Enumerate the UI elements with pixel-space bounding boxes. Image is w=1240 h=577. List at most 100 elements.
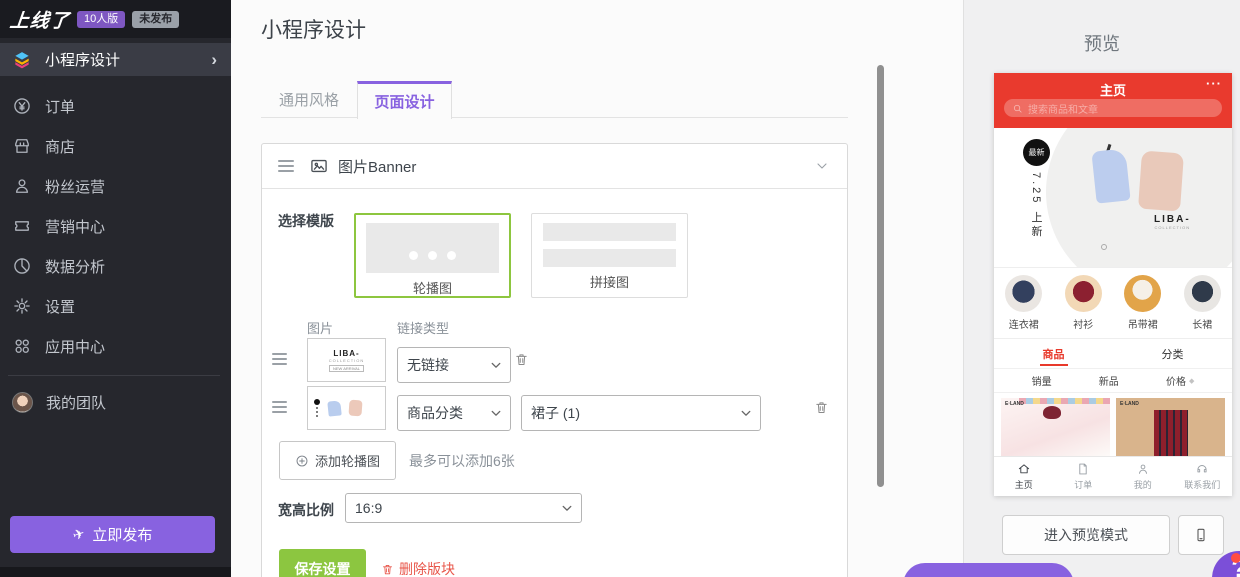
- sidebar-item-label: 小程序设计: [45, 49, 211, 70]
- collage-thumbnail: [543, 223, 676, 267]
- person-icon: [12, 176, 32, 196]
- phone-icon: [1193, 527, 1209, 543]
- device-preview-button[interactable]: [1178, 515, 1224, 555]
- template-carousel[interactable]: 轮播图: [354, 213, 511, 298]
- caret-down-icon: [490, 409, 501, 417]
- category-image: [1184, 275, 1221, 312]
- thumb-graphic: [314, 399, 320, 417]
- sidebar-item-label: 设置: [45, 296, 75, 317]
- phone-nav-contact[interactable]: 联系我们: [1173, 457, 1233, 496]
- sort-new[interactable]: 新品: [1099, 373, 1119, 388]
- delete-row-icon[interactable]: [814, 399, 829, 416]
- sidebar-item-label: 数据分析: [45, 256, 105, 277]
- nav-label: 订单: [1074, 478, 1092, 491]
- sidebar-nav: 订单 商店 粉丝运营 营销中心: [0, 86, 231, 366]
- category-item[interactable]: 连衣裙: [1005, 275, 1042, 331]
- ratio-select[interactable]: 16:9: [345, 493, 582, 523]
- sidebar: 上线了 10人版 未发布 小程序设计 › 订单: [0, 0, 231, 577]
- product-image[interactable]: E·LAND: [1116, 398, 1225, 456]
- delete-module-button[interactable]: 删除版块: [381, 559, 455, 577]
- phone-search-bar[interactable]: 搜索商品和文章: [1004, 99, 1222, 117]
- sort-diamond-icon: ◆: [1189, 377, 1194, 385]
- template-name: 拼接图: [532, 272, 687, 291]
- sidebar-item-marketing[interactable]: 营销中心: [0, 206, 231, 246]
- save-settings-button[interactable]: 保存设置: [279, 549, 366, 577]
- pie-chart-icon: [12, 256, 32, 276]
- sort-sales[interactable]: 销量: [1032, 373, 1052, 388]
- category-item[interactable]: 吊带裙: [1124, 275, 1161, 331]
- drag-handle-icon[interactable]: [278, 160, 294, 172]
- thumb-graphic: [348, 400, 362, 417]
- category-item[interactable]: 长裙: [1184, 275, 1221, 331]
- phone-tab-products[interactable]: 商品: [994, 339, 1113, 368]
- module-title: 图片Banner: [338, 156, 813, 177]
- ticket-icon: [12, 216, 32, 236]
- product-image[interactable]: E·LAND: [1001, 398, 1110, 456]
- phone-menu-dots-icon[interactable]: ···: [1206, 76, 1222, 91]
- caret-down-icon: [740, 409, 751, 417]
- phone-tab-categories[interactable]: 分类: [1113, 339, 1232, 368]
- phone-sort-tabs: 销量 新品 价格 ◆: [994, 368, 1232, 393]
- tab-general-style[interactable]: 通用风格: [261, 81, 357, 118]
- template-section-label: 选择模版: [278, 211, 334, 231]
- phone-preview: 主页 ··· 搜索商品和文章 最新 7.25 上新 LIBA- COLLECTI…: [994, 73, 1232, 496]
- plan-badge: 10人版: [77, 11, 125, 28]
- phone-nav-orders[interactable]: 订单: [1054, 457, 1114, 496]
- sidebar-item-label: 营销中心: [45, 216, 105, 237]
- sidebar-item-settings[interactable]: 设置: [0, 286, 231, 326]
- phone-nav-mine[interactable]: 我的: [1113, 457, 1173, 496]
- app-root: 上线了 10人版 未发布 小程序设计 › 订单: [0, 0, 1240, 577]
- category-image: [1065, 275, 1102, 312]
- row-drag-handle-icon[interactable]: [272, 353, 287, 365]
- module-header[interactable]: 图片Banner: [262, 144, 847, 189]
- sidebar-item-fans[interactable]: 粉丝运营: [0, 166, 231, 206]
- link-type-select-2[interactable]: 商品分类: [397, 395, 511, 431]
- template-collage[interactable]: 拼接图: [531, 213, 688, 298]
- thumb-brand: LIBA-: [333, 349, 359, 358]
- thumb-tag: NEW ARRIVAL: [329, 365, 364, 372]
- banner-image-thumb-1[interactable]: LIBA- COLLECTION NEW ARRIVAL: [307, 338, 386, 382]
- add-button-label: 添加轮播图: [315, 451, 380, 470]
- app-logo: 上线了: [9, 6, 72, 33]
- delete-row-icon[interactable]: [514, 351, 529, 368]
- link-target-select[interactable]: 裙子 (1): [521, 395, 761, 431]
- app-grid-icon: [12, 336, 32, 356]
- sidebar-item-apps[interactable]: 应用中心: [0, 326, 231, 366]
- main-scrollbar-thumb[interactable]: [877, 65, 884, 487]
- sidebar-item-team[interactable]: 我的团队: [0, 382, 231, 422]
- banner-brand: LIBA- COLLECTION: [1154, 214, 1191, 230]
- sidebar-item-orders[interactable]: 订单: [0, 86, 231, 126]
- page-title: 小程序设计: [261, 14, 366, 44]
- category-label: 吊带裙: [1128, 316, 1158, 331]
- help-notification-dot: [1231, 553, 1240, 563]
- chevron-down-icon[interactable]: [813, 157, 831, 175]
- template-name: 轮播图: [356, 278, 509, 297]
- row-drag-handle-icon[interactable]: [272, 401, 287, 413]
- sidebar-item-shop[interactable]: 商店: [0, 126, 231, 166]
- sidebar-divider: [8, 375, 220, 376]
- tab-page-design[interactable]: 页面设计: [357, 81, 452, 119]
- sidebar-item-analytics[interactable]: 数据分析: [0, 246, 231, 286]
- phone-nav-home[interactable]: 主页: [994, 457, 1054, 496]
- promo-banner-button[interactable]: 👍: [903, 563, 1074, 577]
- layers-icon: [12, 50, 32, 70]
- status-badge: 未发布: [132, 11, 179, 28]
- select-value: 商品分类: [407, 403, 463, 423]
- category-label: 长裙: [1192, 316, 1212, 331]
- link-type-select-1[interactable]: 无链接: [397, 347, 511, 383]
- plus-circle-icon: [295, 454, 309, 468]
- document-icon: [1076, 462, 1090, 476]
- carousel-indicator-dot: [1101, 244, 1107, 250]
- category-item[interactable]: 衬衫: [1065, 275, 1102, 331]
- sort-price[interactable]: 价格 ◆: [1166, 373, 1194, 388]
- nav-label: 主页: [1015, 478, 1033, 491]
- banner-image-thumb-2[interactable]: [307, 386, 386, 430]
- phone-banner-slide[interactable]: 最新 7.25 上新 LIBA- COLLECTION: [994, 128, 1232, 267]
- publish-label: 立即发布: [92, 524, 152, 545]
- add-carousel-button[interactable]: 添加轮播图: [279, 441, 396, 480]
- publish-button[interactable]: ✈ 立即发布: [10, 516, 215, 553]
- tabs: 通用风格 页面设计: [261, 81, 452, 119]
- enter-preview-button[interactable]: 进入预览模式: [1002, 515, 1170, 555]
- sidebar-item-design[interactable]: 小程序设计 ›: [0, 43, 231, 76]
- chevron-right-icon: ›: [211, 51, 217, 68]
